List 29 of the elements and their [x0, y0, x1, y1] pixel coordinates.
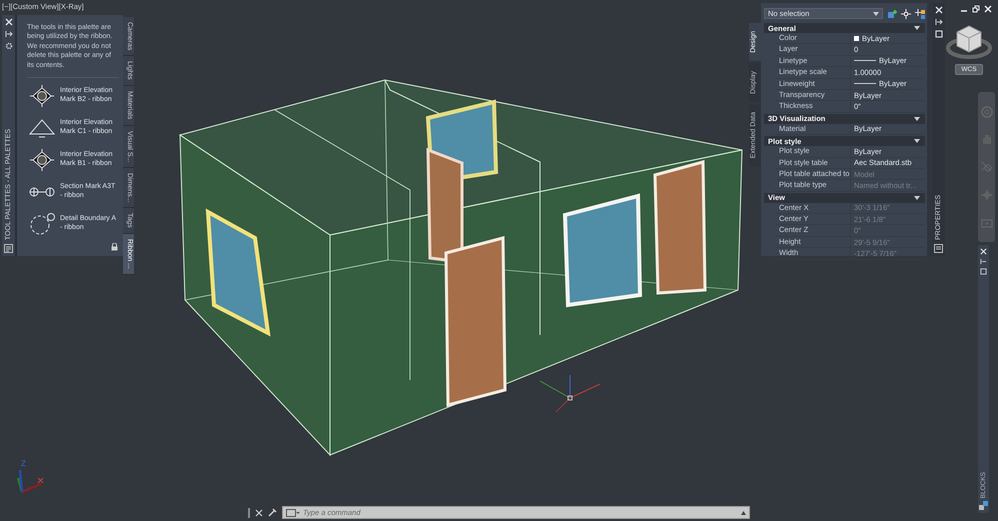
blocks-icon[interactable] [979, 501, 988, 510]
pickadd-icon[interactable] [915, 8, 925, 18]
caret-icon [873, 12, 879, 16]
close-icon[interactable] [980, 248, 987, 255]
line-sample-icon [854, 83, 876, 84]
pin-icon[interactable] [934, 18, 942, 26]
collapse-icon [914, 196, 920, 200]
collapse-icon [914, 26, 920, 30]
quick-select-icon[interactable] [887, 8, 897, 18]
collapse-icon [914, 139, 920, 144]
pin-icon[interactable] [4, 30, 12, 38]
symbol-icon [27, 148, 57, 172]
collapse-icon [914, 116, 920, 121]
wrench-icon[interactable] [268, 508, 277, 517]
close-icon[interactable] [4, 18, 12, 26]
symbol-icon [27, 84, 57, 108]
lock-icon[interactable] [111, 243, 118, 251]
line-sample-icon [854, 60, 876, 62]
command-history-icon[interactable] [286, 508, 300, 516]
axis-gizmo-icon [540, 374, 600, 412]
close-icon[interactable] [255, 508, 263, 516]
color-swatch-icon [854, 36, 859, 41]
axis-label: Z [21, 459, 26, 468]
pin-icon[interactable] [980, 258, 987, 265]
restore-icon[interactable] [972, 5, 980, 13]
properties-icon[interactable] [4, 244, 13, 253]
caret-icon[interactable] [741, 510, 746, 514]
properties-icon[interactable] [934, 244, 943, 253]
close-icon[interactable] [934, 6, 942, 14]
